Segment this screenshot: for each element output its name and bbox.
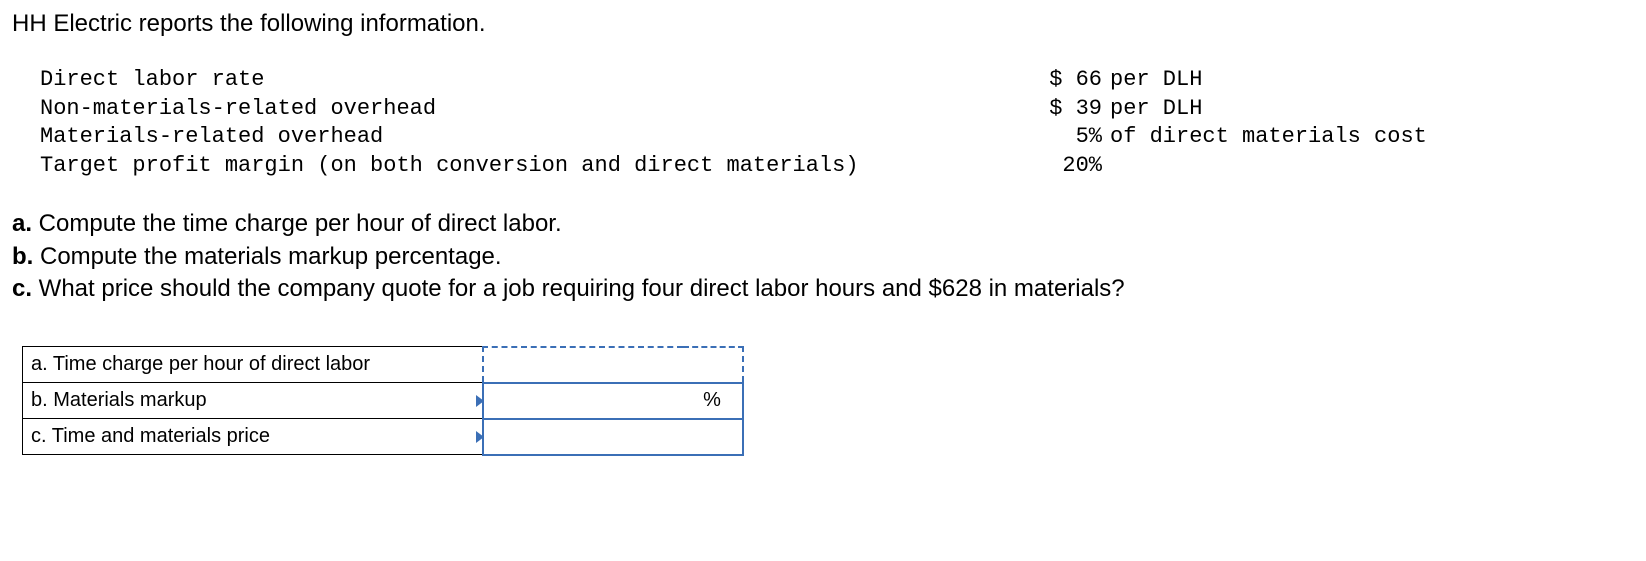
data-label: Materials-related overhead [40,123,1000,152]
data-value: $ 66 [1000,66,1110,95]
answer-label: c. Time and materials price [23,419,483,455]
data-row: Materials-related overhead 5% of direct … [40,123,1634,152]
answer-label: b. Materials markup [23,383,483,419]
answer-input-cell-a[interactable] [483,347,743,383]
answer-input-cell-b[interactable] [483,383,683,419]
data-unit: of direct materials cost [1110,123,1634,152]
question-c: c. What price should the company quote f… [12,273,1634,305]
answer-row-a: a. Time charge per hour of direct labor [23,347,743,383]
data-value: 5% [1000,123,1110,152]
question-text: What price should the company quote for … [32,275,1125,302]
question-letter: b. [12,243,33,270]
data-row: Direct labor rate $ 66 per DLH [40,66,1634,95]
triangle-marker-icon [476,395,484,407]
question-a: a. Compute the time charge per hour of d… [12,208,1634,240]
data-unit: per DLH [1110,95,1634,124]
data-value: $ 39 [1000,95,1110,124]
question-letter: a. [12,210,32,237]
data-unit [1110,152,1634,181]
questions-block: a. Compute the time charge per hour of d… [12,208,1634,305]
materials-markup-input[interactable] [484,384,683,418]
intro-text: HH Electric reports the following inform… [12,10,1634,38]
data-row: Non-materials-related overhead $ 39 per … [40,95,1634,124]
answer-row-c: c. Time and materials price [23,419,743,455]
data-label: Non-materials-related overhead [40,95,1000,124]
triangle-marker-icon [476,431,484,443]
question-letter: c. [12,275,32,302]
data-unit: per DLH [1110,66,1634,95]
answer-row-b: b. Materials markup % [23,383,743,419]
answer-input-cell-c[interactable] [483,419,743,455]
time-materials-price-input[interactable] [484,420,742,454]
data-label: Target profit margin (on both conversion… [40,152,1000,181]
data-label: Direct labor rate [40,66,1000,95]
given-data-block: Direct labor rate $ 66 per DLH Non-mater… [40,66,1634,180]
answer-label: a. Time charge per hour of direct labor [23,347,483,383]
data-row: Target profit margin (on both conversion… [40,152,1634,181]
answer-unit: % [683,383,743,419]
question-b: b. Compute the materials markup percenta… [12,241,1634,273]
question-text: Compute the time charge per hour of dire… [32,210,562,237]
question-text: Compute the materials markup percentage. [33,243,501,270]
data-value: 20% [1000,152,1110,181]
time-charge-input[interactable] [484,348,742,382]
answer-table: a. Time charge per hour of direct labor … [22,346,744,456]
